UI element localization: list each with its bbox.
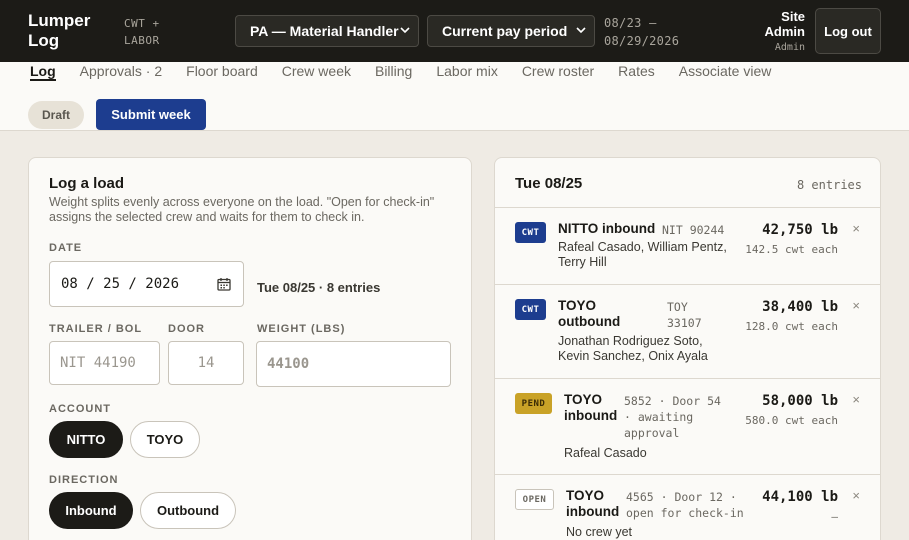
card-title: Log a load: [49, 175, 124, 192]
site-select[interactable]: PA — Material Handler: [235, 15, 419, 47]
entry-ref: 5852 · Door 54 · awaiting approval: [624, 394, 721, 440]
entry-tag: CWT: [515, 299, 546, 320]
entry-ref: 4565 · Door 12 · open for check-in: [626, 490, 744, 520]
remove-entry-icon[interactable]: ×: [852, 488, 860, 503]
account-option-nitto[interactable]: NITTO: [49, 421, 123, 458]
direction-option-inbound[interactable]: Inbound: [49, 492, 133, 529]
tab-floor-board[interactable]: Floor board: [186, 62, 258, 79]
weight-label: WEIGHT (LBS): [257, 323, 346, 335]
entry-cwt-each: 128.0 cwt each: [745, 320, 838, 333]
site-select-value: PA — Material Handler: [250, 23, 399, 39]
period-date-start: 08/23 –: [604, 16, 657, 30]
period-date-end: 08/29/2026: [604, 34, 680, 48]
account-label: ACCOUNT: [49, 403, 111, 415]
date-summary: Tue 08/25 · 8 entries: [257, 280, 381, 295]
trailer-input[interactable]: NIT 44190: [49, 341, 160, 385]
entry-weight: 38,400 lb: [762, 299, 838, 315]
submit-week-button[interactable]: Submit week: [96, 99, 206, 130]
period-select[interactable]: Current pay period: [427, 15, 595, 47]
day-header: Tue 08/25 8 entries: [495, 158, 880, 208]
account-option-toyo[interactable]: TOYO: [130, 421, 200, 458]
entry-crew: No crew yet: [566, 525, 632, 539]
weight-input[interactable]: 44100: [256, 341, 451, 387]
entry-tag: PEND: [515, 393, 552, 414]
period-date-range: 08/23 – 08/29/2026: [604, 14, 679, 50]
trailer-label: TRAILER / BOL: [49, 323, 143, 335]
entry-cwt-each: –: [831, 510, 838, 523]
entry-name: TOYO inbound: [566, 488, 620, 519]
tab-crew-roster[interactable]: Crew roster: [522, 62, 594, 79]
tab-rates[interactable]: Rates: [618, 62, 655, 79]
direction-option-outbound[interactable]: Outbound: [140, 492, 236, 529]
entry-tag: CWT: [515, 222, 546, 243]
entry-cwt-each: 142.5 cwt each: [745, 243, 838, 256]
card-description: Weight splits evenly across everyone on …: [49, 195, 435, 224]
entry-weight: 44,100 lb: [762, 489, 838, 505]
day-entries-card: Tue 08/25 8 entries CWT NITTO inbound NI…: [494, 157, 881, 540]
entry-weight: 58,000 lb: [762, 393, 838, 409]
door-placeholder: 14: [197, 355, 215, 371]
door-input[interactable]: 14: [168, 341, 244, 385]
trailer-placeholder: NIT 44190: [60, 355, 136, 371]
tab-billing[interactable]: Billing: [375, 62, 412, 79]
day-title: Tue 08/25: [515, 175, 583, 192]
top-bar: Lumper Log CWT + LABOR PA — Material Han…: [0, 0, 909, 62]
tab-log[interactable]: Log: [30, 62, 56, 81]
door-label: DOOR: [168, 323, 205, 335]
date-field-value: 08 / 25 / 2026: [61, 276, 180, 292]
log-load-card: Log a load Weight splits evenly across e…: [28, 157, 472, 540]
entry-name: TOYO outbound: [558, 298, 621, 329]
nav-tabs: Log Approvals · 2 Floor board Crew week …: [30, 62, 795, 81]
remove-entry-icon[interactable]: ×: [852, 298, 860, 313]
chevron-down-icon: [400, 27, 410, 34]
entry-tag: OPEN: [515, 489, 554, 510]
status-badge: Draft: [28, 101, 84, 129]
date-label: DATE: [49, 242, 83, 254]
tab-approvals[interactable]: Approvals · 2: [80, 62, 162, 79]
entry-row[interactable]: PEND TOYO inbound 5852 · Door 54 · await…: [495, 379, 880, 475]
tab-labor-mix[interactable]: Labor mix: [436, 62, 497, 79]
entry-row[interactable]: CWT NITTO inbound NIT 90244 Rafeal Casad…: [495, 208, 880, 285]
entry-crew: Rafeal Casado: [564, 446, 647, 460]
entry-ref: NIT 90244: [662, 223, 725, 237]
entry-crew: Rafeal Casado, William Pentz, Terry Hill: [558, 240, 727, 269]
main-nav: Log Approvals · 2 Floor board Crew week …: [0, 62, 909, 131]
entry-weight: 42,750 lb: [762, 222, 838, 238]
logout-button[interactable]: Log out: [815, 8, 881, 54]
user-name: Site Admin: [764, 9, 805, 39]
app-brand-subtitle: CWT + LABOR: [124, 17, 160, 47]
app-brand: Lumper Log: [28, 11, 91, 50]
period-select-value: Current pay period: [442, 23, 568, 39]
weight-placeholder: 44100: [267, 356, 310, 372]
chevron-down-icon: [576, 27, 586, 34]
remove-entry-icon[interactable]: ×: [852, 392, 860, 407]
tab-crew-week[interactable]: Crew week: [282, 62, 351, 79]
entry-name: TOYO inbound: [564, 392, 618, 423]
entry-name: NITTO inbound: [558, 221, 656, 236]
entry-crew: Jonathan Rodriguez Soto, Kevin Sanchez, …: [558, 334, 708, 363]
calendar-icon[interactable]: [217, 277, 231, 291]
user-role: Admin: [774, 42, 805, 53]
date-field[interactable]: 08 / 25 / 2026: [49, 261, 244, 307]
entry-ref: TOY 33107: [667, 300, 702, 330]
user-info: Site Admin Admin: [745, 9, 805, 53]
entry-row[interactable]: OPEN TOYO inbound 4565 · Door 12 · open …: [495, 475, 880, 540]
entry-count: 8 entries: [796, 178, 862, 192]
entry-cwt-each: 580.0 cwt each: [745, 414, 838, 427]
remove-entry-icon[interactable]: ×: [852, 221, 860, 236]
tab-associate-view[interactable]: Associate view: [679, 62, 772, 79]
entry-row[interactable]: CWT TOYO outbound TOY 33107 Jonathan Rod…: [495, 285, 880, 379]
direction-label: DIRECTION: [49, 474, 119, 486]
